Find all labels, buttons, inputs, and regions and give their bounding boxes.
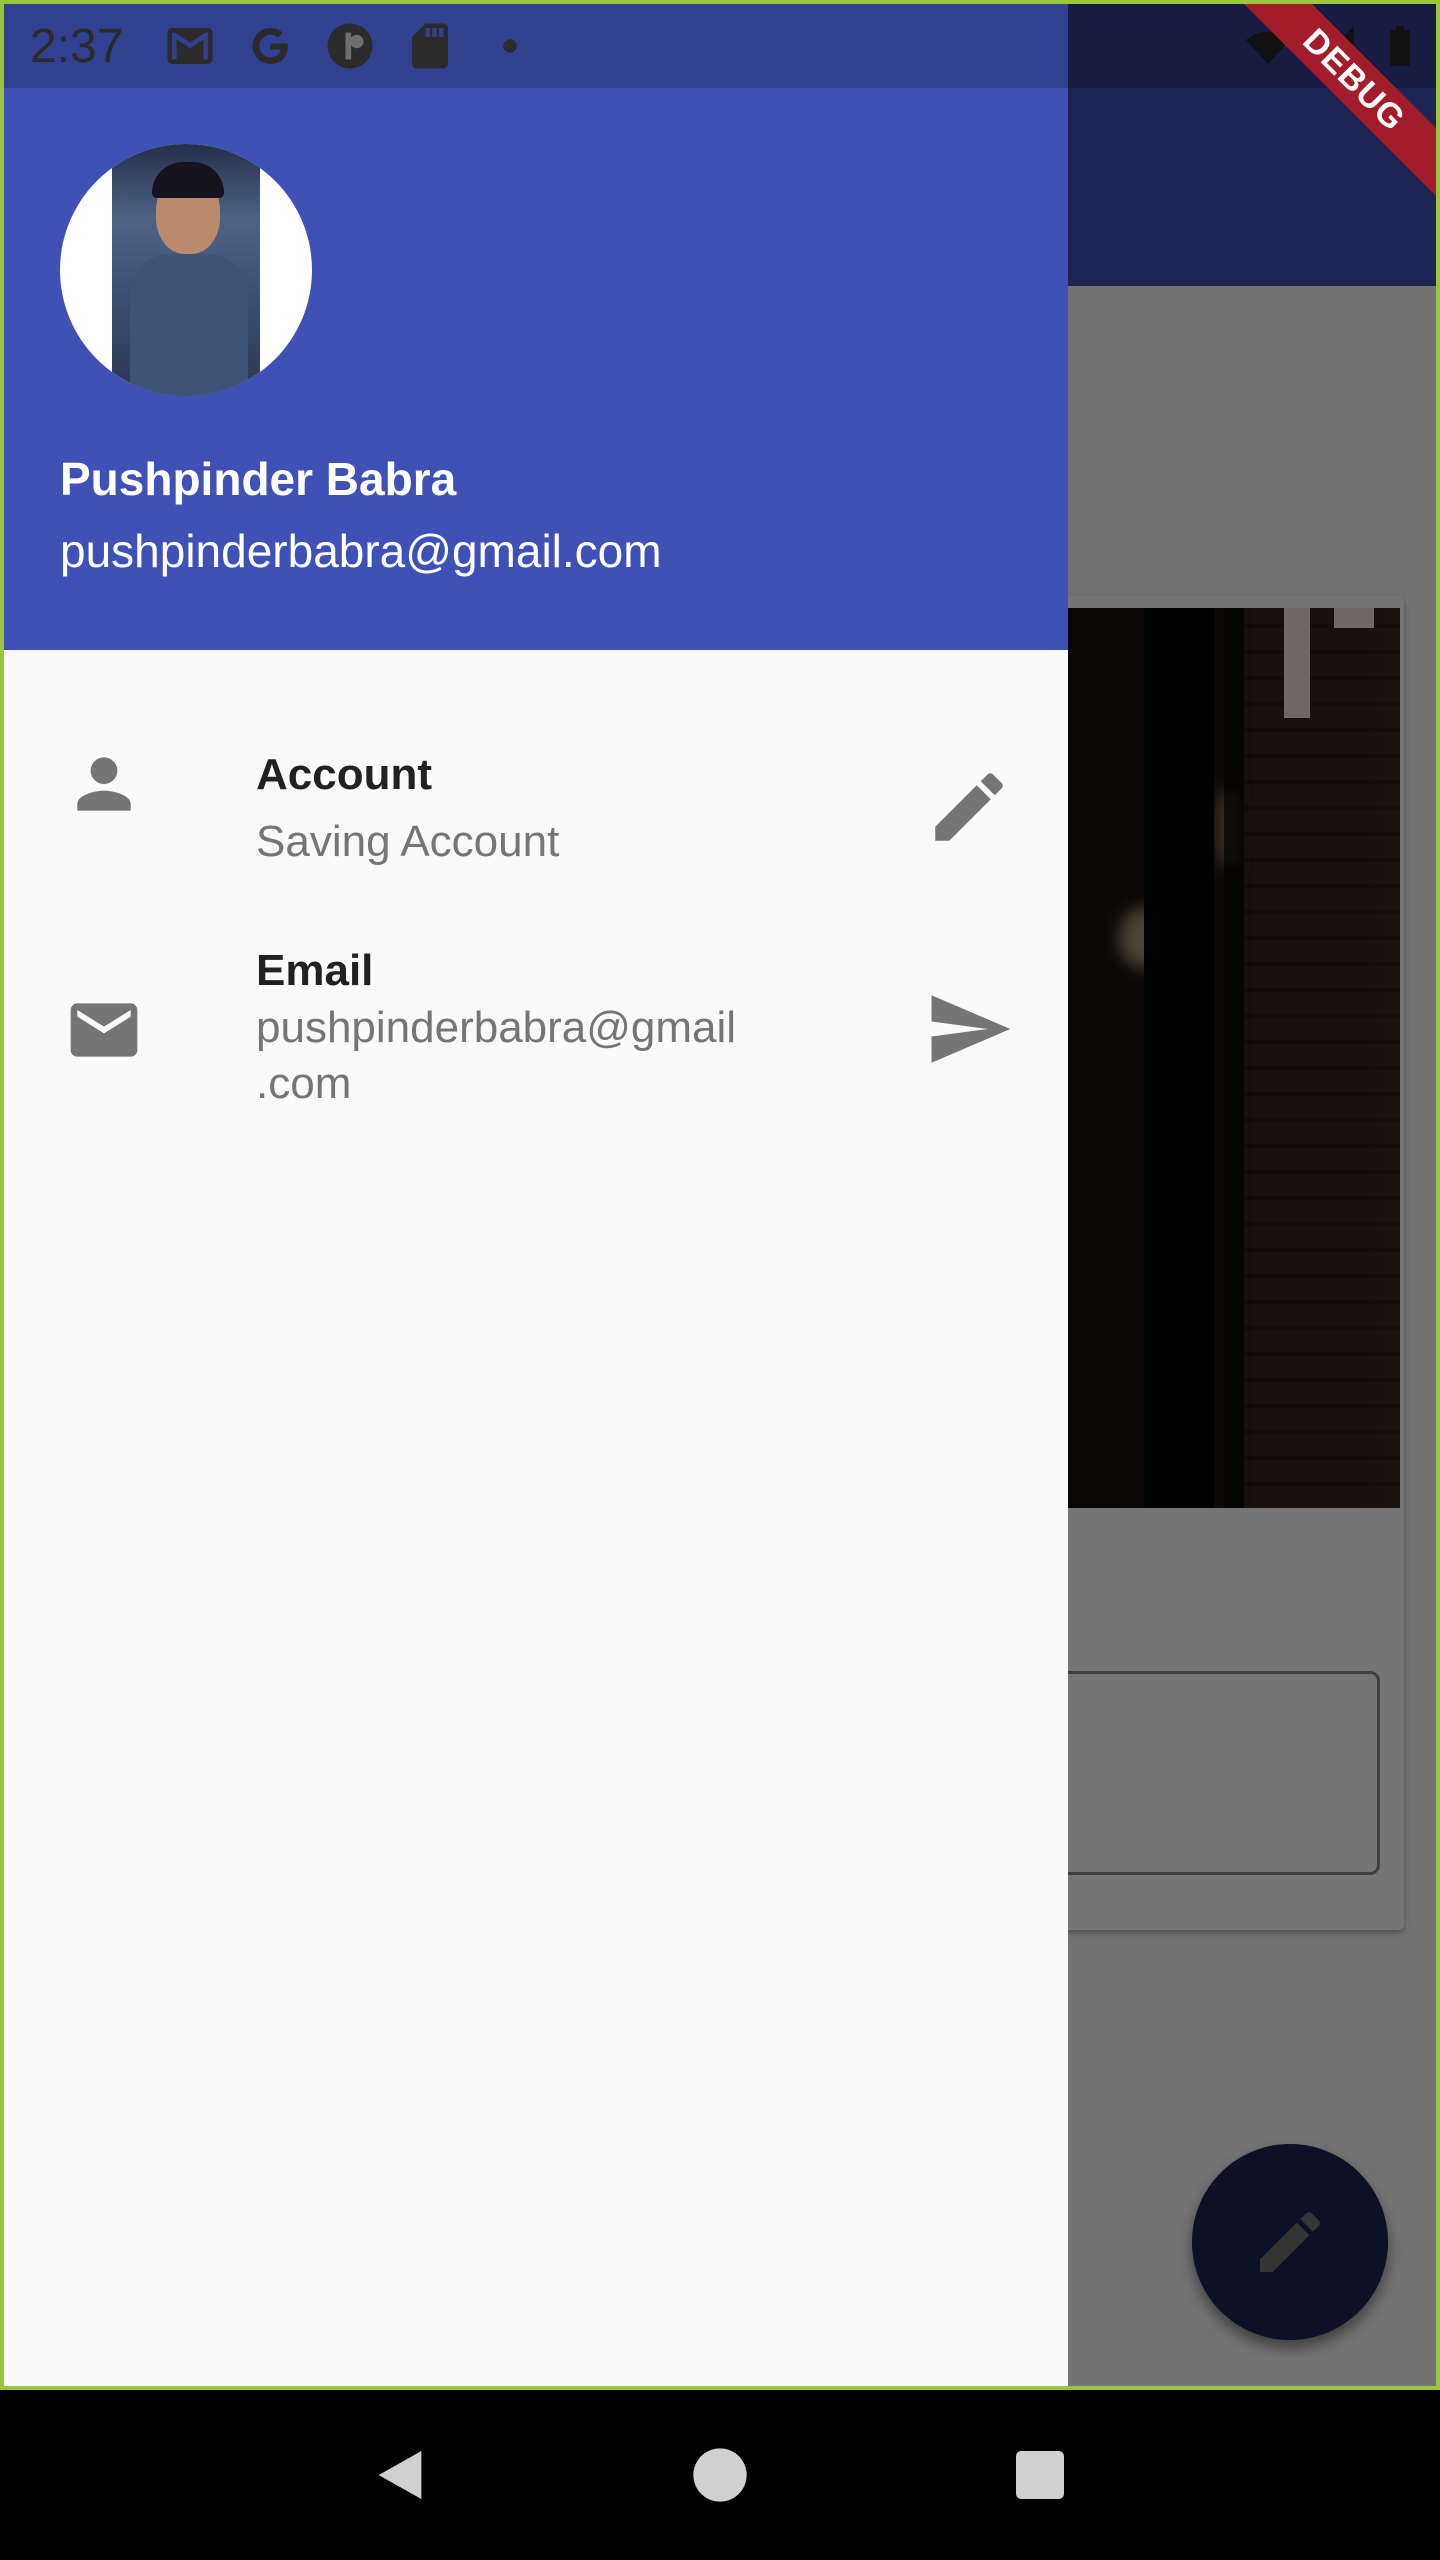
navigation-drawer: Pushpinder Babra pushpinderbabra@gmail.c…: [4, 4, 1068, 2386]
system-navigation-bar: [0, 2390, 1440, 2560]
sd-card-icon: [412, 23, 449, 69]
battery-icon: [1390, 26, 1410, 66]
drawer-item-account[interactable]: Account Saving Account: [4, 744, 1068, 884]
drawer-item-title: Email: [256, 946, 374, 995]
account-email: pushpinderbabra@gmail.com: [60, 525, 662, 577]
account-name: Pushpinder Babra: [60, 453, 457, 505]
gmail-icon: [167, 28, 213, 64]
drawer-header: Pushpinder Babra pushpinderbabra@gmail.c…: [4, 4, 1068, 650]
home-icon[interactable]: [688, 2443, 752, 2507]
avatar[interactable]: [60, 144, 312, 396]
phone-screen: DEBUG 2:37 Pushpinder Babra pushpinderba…: [0, 0, 1440, 2390]
drawer-item-title: Account: [256, 750, 432, 799]
recents-icon[interactable]: [1008, 2443, 1072, 2507]
drawer-item-subtitle: pushpinderbabra@gmail .com: [256, 1003, 737, 1108]
mail-icon: [70, 1003, 138, 1057]
pinterest-icon: [327, 23, 373, 69]
status-bar: 2:37: [4, 4, 1436, 88]
send-icon[interactable]: [924, 984, 1014, 1074]
edit-icon[interactable]: [924, 762, 1014, 852]
drawer-item-email[interactable]: Email pushpinderbabra@gmail .com: [4, 944, 1068, 1114]
dot-icon: [503, 39, 518, 53]
person-icon: [77, 757, 131, 811]
status-time: 2:37: [30, 19, 124, 73]
back-icon[interactable]: [368, 2443, 432, 2507]
google-icon: [252, 28, 289, 64]
drawer-item-subtitle: Saving Account: [256, 817, 560, 866]
